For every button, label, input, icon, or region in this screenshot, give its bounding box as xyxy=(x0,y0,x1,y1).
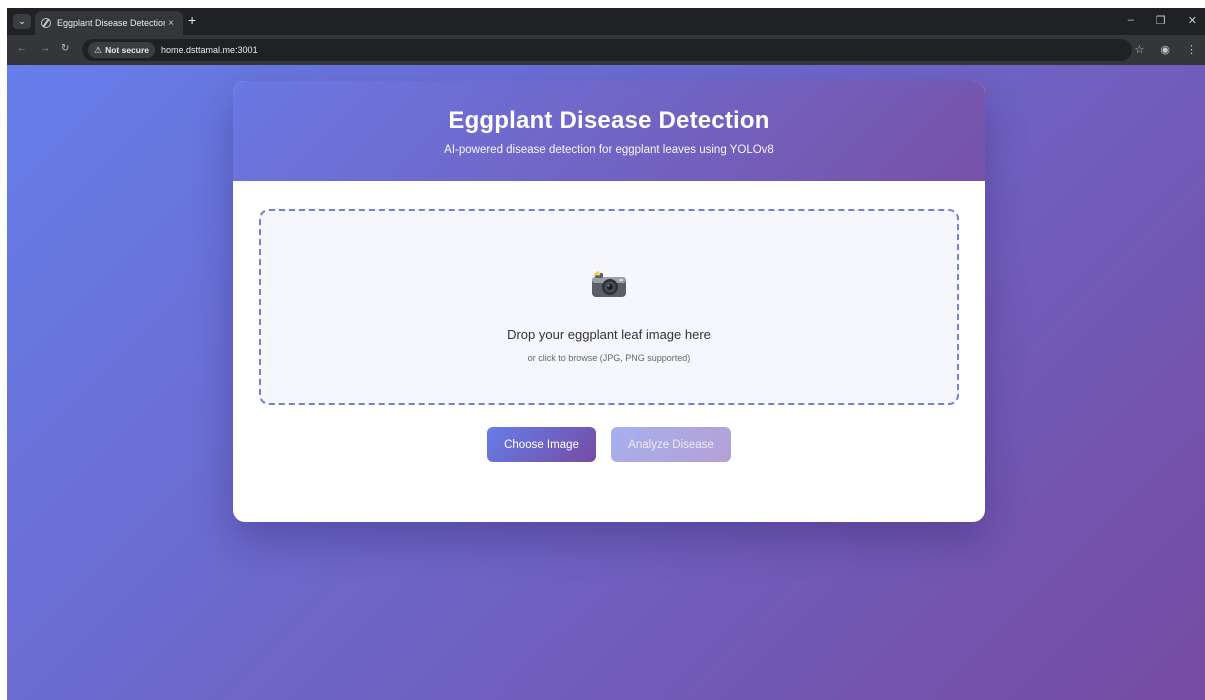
toolbar-actions: ☆ ◉ ⋮ xyxy=(1135,43,1197,56)
card-header: Eggplant Disease Detection AI-powered di… xyxy=(233,81,985,181)
security-chip[interactable]: ⚠ Not secure xyxy=(88,42,156,58)
camera-icon xyxy=(592,271,626,297)
choose-image-button[interactable]: Choose Image xyxy=(487,427,596,462)
page-subtitle: AI-powered disease detection for eggplan… xyxy=(444,144,774,156)
kebab-menu-icon[interactable]: ⋮ xyxy=(1186,43,1197,56)
arrow-right-icon[interactable]: → xyxy=(40,43,50,54)
security-label: Not secure xyxy=(105,45,150,55)
browser-chrome: ⌄ Eggplant Disease Detection × + – ❐ ✕ ←… xyxy=(7,8,1205,65)
star-icon[interactable]: ☆ xyxy=(1135,43,1145,56)
main-card: Eggplant Disease Detection AI-powered di… xyxy=(233,81,985,522)
new-tab-button[interactable]: + xyxy=(188,13,196,27)
analyze-disease-button[interactable]: Analyze Disease xyxy=(611,427,731,462)
url-text[interactable]: home.dsttamal.me:3001 xyxy=(161,45,258,55)
arrow-left-icon[interactable]: ← xyxy=(17,43,27,54)
chevron-down-icon: ⌄ xyxy=(18,16,26,26)
globe-icon xyxy=(41,18,51,28)
minimize-icon[interactable]: – xyxy=(1128,14,1134,27)
reload-icon[interactable]: ↻ xyxy=(61,43,69,54)
restore-icon[interactable]: ❐ xyxy=(1156,14,1166,27)
address-bar[interactable]: ⚠ Not secure home.dsttamal.me:3001 xyxy=(82,39,1132,61)
browser-tab[interactable]: Eggplant Disease Detection × xyxy=(35,11,183,35)
action-buttons: Choose Image Analyze Disease xyxy=(233,427,985,462)
upload-dropzone[interactable]: Drop your eggplant leaf image here or cl… xyxy=(259,209,959,405)
tab-title: Eggplant Disease Detection xyxy=(57,18,165,28)
dropzone-title: Drop your eggplant leaf image here xyxy=(507,327,711,342)
window-controls: – ❐ ✕ xyxy=(1128,14,1197,27)
tab-search-button[interactable]: ⌄ xyxy=(13,14,31,29)
tab-strip: ⌄ Eggplant Disease Detection × + – ❐ ✕ xyxy=(7,8,1205,35)
browser-toolbar: ← → ↻ ⚠ Not secure home.dsttamal.me:3001… xyxy=(7,35,1205,65)
close-icon[interactable]: ✕ xyxy=(1188,14,1197,27)
tab-close-button[interactable]: × xyxy=(165,18,177,29)
warning-triangle-icon: ⚠ xyxy=(94,44,103,55)
page-title: Eggplant Disease Detection xyxy=(448,107,770,134)
dropzone-hint: or click to browse (JPG, PNG supported) xyxy=(527,353,691,363)
page-background: Eggplant Disease Detection AI-powered di… xyxy=(7,65,1205,700)
profile-icon[interactable]: ◉ xyxy=(1160,43,1170,56)
